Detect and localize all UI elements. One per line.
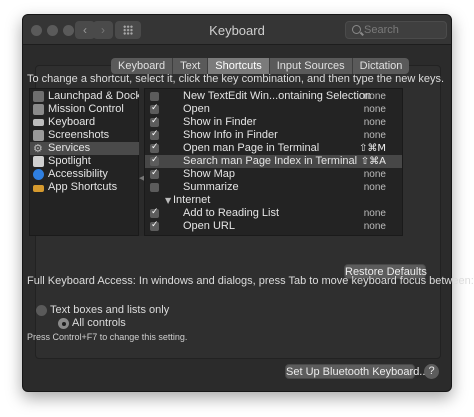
shortcut-row[interactable]: Summarize none: [145, 181, 402, 194]
tab-shortcuts[interactable]: Shortcuts: [208, 58, 270, 74]
shortcut-key[interactable]: none: [364, 168, 386, 181]
category-label: Screenshots: [48, 129, 110, 141]
category-list[interactable]: Launchpad & Dock Mission Control Keyboar…: [29, 88, 141, 236]
category-label: Launchpad & Dock: [48, 90, 141, 102]
shortcut-label: Open man Page in Terminal: [183, 142, 320, 154]
category-label: Spotlight: [48, 155, 91, 167]
shortcut-row[interactable]: New TextEdit Win...ontaining Selection n…: [145, 90, 402, 103]
shortcut-row[interactable]: Show Map none: [145, 167, 402, 181]
category-label: Accessibility: [48, 168, 108, 180]
shortcut-key[interactable]: none: [364, 207, 386, 220]
tab-text[interactable]: Text: [173, 58, 209, 74]
search-input[interactable]: [364, 23, 444, 37]
full-keyboard-access-label: Full Keyboard Access: In windows and dia…: [27, 275, 474, 287]
category-keyboard[interactable]: Keyboard: [30, 116, 140, 129]
search-icon: [352, 25, 361, 34]
shortcut-checkbox[interactable]: [150, 154, 159, 167]
shortcut-key[interactable]: none: [364, 181, 386, 194]
shortcut-list[interactable]: New TextEdit Win...ontaining Selection n…: [144, 88, 403, 236]
category-accessibility[interactable]: Accessibility: [30, 168, 140, 181]
keyboard-icon: [33, 119, 44, 126]
shortcut-row[interactable]: Open URL none: [145, 219, 402, 233]
shortcut-checkbox[interactable]: [150, 167, 159, 180]
shortcut-row[interactable]: Open man Page in Terminal ⇧⌘M: [145, 141, 402, 155]
shortcut-checkbox[interactable]: [150, 141, 159, 154]
shortcut-label: Show in Finder: [183, 116, 257, 128]
category-mission-control[interactable]: Mission Control: [30, 103, 140, 116]
category-spotlight[interactable]: Spotlight: [30, 155, 140, 168]
radio-text-boxes-lists[interactable]: [36, 305, 47, 316]
search-field[interactable]: [345, 21, 447, 39]
shortcut-section-internet[interactable]: ▼ Internet: [145, 194, 402, 207]
shortcut-label: New TextEdit Win...ontaining Selection: [183, 90, 372, 102]
shortcut-row[interactable]: Show in Finder none: [145, 115, 402, 129]
shortcut-label: Add to Reading List: [183, 207, 280, 219]
shortcut-checkbox[interactable]: [150, 183, 159, 192]
radio-all-controls[interactable]: [58, 318, 69, 329]
tab-input-sources[interactable]: Input Sources: [270, 58, 353, 74]
category-screenshots[interactable]: Screenshots: [30, 129, 140, 142]
radio-label[interactable]: Text boxes and lists only: [50, 304, 169, 316]
accessibility-icon: [33, 169, 44, 180]
help-button[interactable]: ?: [424, 364, 439, 379]
category-label: App Shortcuts: [48, 181, 118, 193]
instructions-text: To change a shortcut, select it, click t…: [27, 73, 445, 85]
title-bar: ‹ › Keyboard: [23, 15, 451, 45]
radio-label[interactable]: All controls: [72, 317, 126, 329]
shortcut-row[interactable]: Show Info in Finder none: [145, 128, 402, 142]
shortcut-row[interactable]: Open none: [145, 102, 402, 116]
shortcut-checkbox[interactable]: [150, 92, 159, 101]
shortcut-label: Open URL: [183, 220, 235, 232]
shortcut-key[interactable]: ⇧⌘M: [359, 142, 386, 155]
shortcut-row[interactable]: Add to Reading List none: [145, 206, 402, 220]
tab-bar: Keyboard Text Shortcuts Input Sources Di…: [111, 58, 410, 74]
category-services[interactable]: ⚙ Services: [30, 142, 140, 155]
list-top-edge: [145, 88, 403, 89]
spotlight-icon: [33, 156, 44, 167]
shortcut-checkbox[interactable]: [150, 128, 159, 141]
shortcut-row-selected[interactable]: Search man Page Index in Terminal ⇧⌘A: [145, 154, 402, 168]
shortcut-label: Open: [183, 103, 210, 115]
shortcut-key[interactable]: none: [364, 116, 386, 129]
disclosure-triangle-icon[interactable]: ▼: [165, 194, 171, 207]
shortcut-key[interactable]: none: [364, 220, 386, 233]
app-shortcuts-icon: [33, 185, 44, 192]
setup-bluetooth-keyboard-button[interactable]: Set Up Bluetooth Keyboard...: [285, 364, 428, 379]
launchpad-icon: [33, 91, 44, 102]
shortcut-label: Search man Page Index in Terminal: [183, 155, 358, 167]
category-label: Keyboard: [48, 116, 96, 128]
shortcut-checkbox[interactable]: [150, 115, 159, 128]
category-label: Services: [48, 142, 91, 154]
shortcut-checkbox[interactable]: [150, 102, 159, 115]
shortcut-checkbox[interactable]: [150, 219, 159, 232]
mission-control-icon: [33, 104, 44, 115]
shortcut-key[interactable]: ⇧⌘A: [361, 155, 386, 168]
section-label: Internet: [173, 194, 211, 206]
shortcut-key[interactable]: none: [364, 103, 386, 116]
shortcut-key[interactable]: none: [364, 129, 386, 142]
category-label: Mission Control: [48, 103, 124, 115]
keyboard-access-note: Press Control+F7 to change this setting.: [27, 332, 188, 342]
screenshots-icon: [33, 130, 44, 141]
gear-icon: ⚙: [33, 142, 43, 155]
tab-dictation[interactable]: Dictation: [353, 58, 410, 74]
shortcut-checkbox[interactable]: [150, 206, 159, 219]
shortcut-label: Show Info in Finder: [183, 129, 278, 141]
tab-keyboard[interactable]: Keyboard: [111, 58, 174, 74]
shortcut-label: Show Map: [183, 168, 235, 180]
category-app-shortcuts[interactable]: App Shortcuts: [30, 181, 140, 194]
category-launchpad-dock[interactable]: Launchpad & Dock: [30, 90, 141, 103]
shortcut-key[interactable]: none: [364, 90, 386, 103]
shortcut-label: Summarize: [183, 181, 239, 193]
